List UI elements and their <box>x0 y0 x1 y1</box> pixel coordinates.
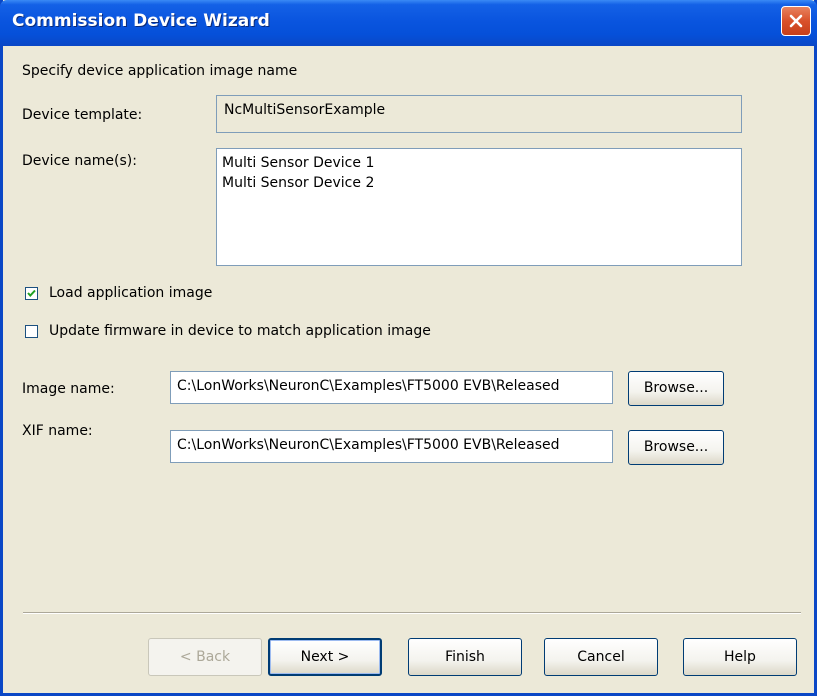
window-title: Commission Device Wizard <box>12 11 270 31</box>
commission-device-wizard-window: Commission Device Wizard Specify device … <box>0 0 817 696</box>
image-name-input[interactable]: C:\LonWorks\NeuronC\Examples\FT5000 EVB\… <box>170 371 613 404</box>
load-application-image-checkbox[interactable] <box>25 287 38 300</box>
image-browse-button[interactable]: Browse... <box>628 371 724 406</box>
title-bar[interactable]: Commission Device Wizard <box>0 0 817 46</box>
device-template-field: NcMultiSensorExample <box>216 95 742 133</box>
device-template-label: Device template: <box>22 107 143 123</box>
xif-name-input[interactable]: C:\LonWorks\NeuronC\Examples\FT5000 EVB\… <box>170 430 613 463</box>
image-name-label: Image name: <box>22 381 115 397</box>
help-button[interactable]: Help <box>683 638 797 676</box>
footer-divider <box>23 612 801 614</box>
section-heading: Specify device application image name <box>22 63 298 79</box>
xif-browse-button[interactable]: Browse... <box>628 430 724 465</box>
update-firmware-checkbox[interactable] <box>25 325 38 338</box>
xif-name-label: XIF name: <box>22 423 93 439</box>
finish-button[interactable]: Finish <box>408 638 522 676</box>
close-button[interactable] <box>781 6 811 36</box>
device-names-list[interactable]: Multi Sensor Device 1 Multi Sensor Devic… <box>216 148 742 266</box>
back-button[interactable]: < Back <box>148 638 262 676</box>
list-item[interactable]: Multi Sensor Device 1 <box>221 153 737 173</box>
cancel-button[interactable]: Cancel <box>544 638 658 676</box>
next-button[interactable]: Next > <box>268 638 382 676</box>
device-names-label: Device name(s): <box>22 153 137 169</box>
update-firmware-label[interactable]: Update firmware in device to match appli… <box>49 323 431 339</box>
load-application-image-label[interactable]: Load application image <box>49 285 212 301</box>
list-item[interactable]: Multi Sensor Device 2 <box>221 173 737 193</box>
checkmark-icon <box>27 289 36 297</box>
close-icon <box>789 14 803 28</box>
